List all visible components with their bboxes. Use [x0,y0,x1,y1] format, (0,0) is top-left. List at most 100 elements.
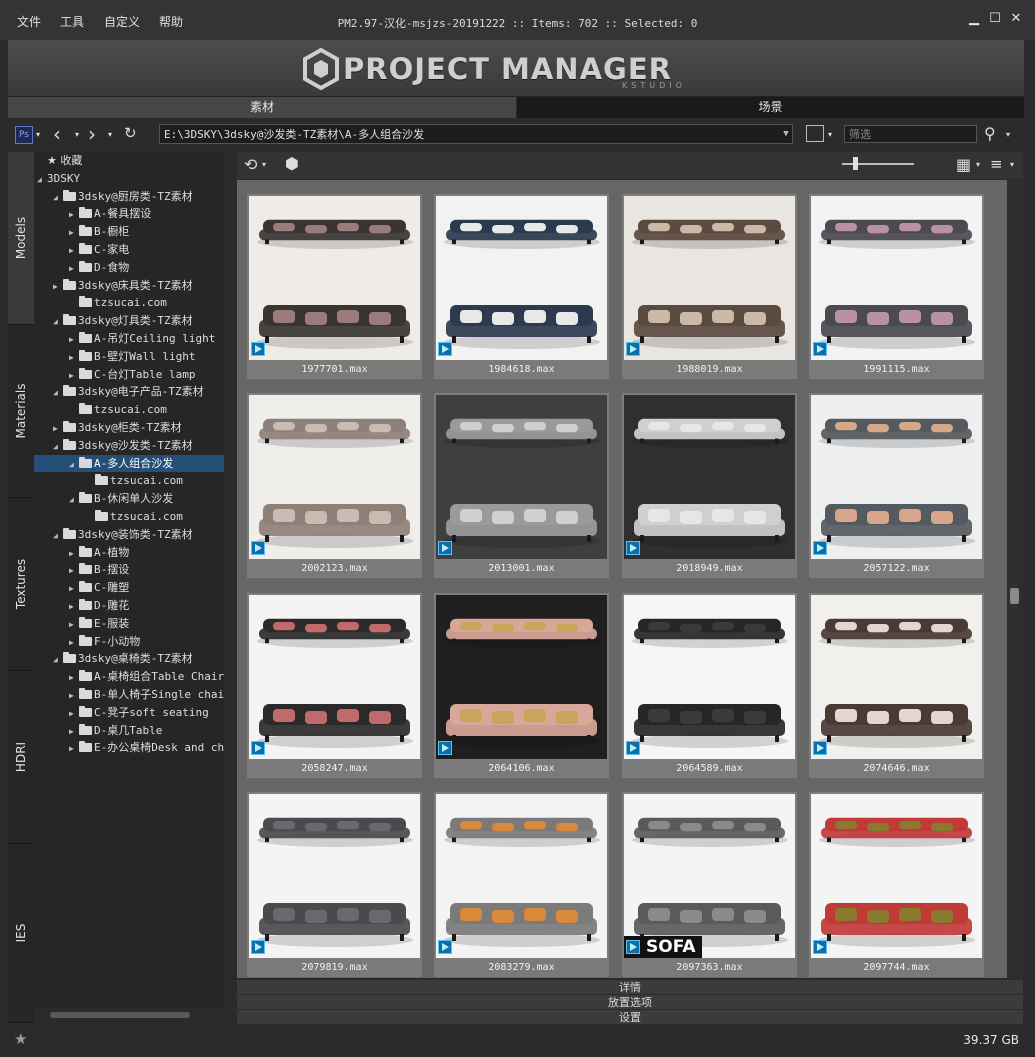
tree-node[interactable]: ▶ A-桌椅组合Table Chair [69,668,224,685]
tree-node[interactable]: ★ 收藏 [37,152,224,169]
tree-node[interactable]: ▶ D-桌几Table [69,722,224,739]
tree-node[interactable]: ▶ B-摆设 [69,561,224,578]
tab-assets[interactable]: 素材 [8,97,516,118]
tree-node[interactable]: ▶ E-服装 [69,615,224,632]
expand-arrow-icon[interactable]: ▶ [69,687,79,704]
expand-arrow-icon[interactable]: ▶ [69,723,79,740]
expand-arrow-icon[interactable]: ▶ [69,242,79,259]
expand-arrow-icon[interactable]: ▶ [69,206,79,223]
tree-node[interactable]: ▶ 3dsky@床具类-TZ素材 [53,277,224,294]
tree-scroll-thumb[interactable] [50,1012,190,1018]
minimize-icon[interactable]: ▁ [966,11,982,27]
tree-node[interactable]: ◢ 3dsky@灯具类-TZ素材 [53,312,224,329]
path-input[interactable]: E:\3DSKY\3dsky@沙发类-TZ素材\A-多人组合沙发 [159,124,793,144]
tree-scrollbar[interactable] [224,152,236,1007]
tree-node[interactable]: ▶ F-小动物 [69,633,224,650]
tree-node[interactable]: ◢ 3dsky@厨房类-TZ素材 [53,188,224,205]
collapse-arrow-icon[interactable]: ◢ [37,171,47,188]
tree-node[interactable]: ▶ A-吊灯Ceiling light [69,330,224,347]
tree-node[interactable]: ◢ 3DSKY [37,170,224,187]
expand-arrow-icon[interactable]: ▶ [69,260,79,277]
tree-node[interactable]: tzsucai.com [69,294,224,311]
expand-arrow-icon[interactable]: ▶ [69,580,79,597]
tree-node[interactable]: tzsucai.com [85,508,224,525]
expand-arrow-icon[interactable]: ▶ [69,598,79,615]
grid-view-icon[interactable]: ▦ [956,155,971,174]
expand-arrow-icon[interactable]: ▶ [69,562,79,579]
filter-input[interactable]: 筛选 [844,125,977,143]
collapse-arrow-icon[interactable]: ◢ [53,438,63,455]
zoom-slider-handle[interactable] [853,157,858,170]
collapse-arrow-icon[interactable]: ◢ [53,651,63,668]
tree-node[interactable]: ▶ A-餐具摆设 [69,205,224,222]
chevron-down-icon[interactable]: ▾ [36,130,40,139]
forward-arrow-icon[interactable]: › [88,122,96,146]
panel-settings[interactable]: 设置 [237,1009,1023,1025]
side-tab-models[interactable]: Models [8,152,34,325]
rotate-view-icon[interactable]: ⟲ [244,155,257,174]
chevron-down-icon[interactable]: ▾ [828,130,832,139]
asset-card[interactable]: 2083279.max [434,792,609,977]
side-tab-textures[interactable]: Textures [8,498,34,671]
tree-node[interactable]: ▶ 3dsky@柜类-TZ素材 [53,419,224,436]
tree-node[interactable]: ◢ B-休闲单人沙发 [69,490,224,507]
expand-arrow-icon[interactable]: ▶ [69,331,79,348]
collapse-arrow-icon[interactable]: ◢ [53,384,63,401]
chevron-down-icon[interactable]: ▾ [262,160,266,169]
asset-card[interactable]: 2064589.max [622,593,797,778]
expand-arrow-icon[interactable]: ▶ [69,367,79,384]
tree-node[interactable]: ▶ B-单人椅子Single chair [69,686,224,703]
asset-card[interactable]: SOFA 2097363.max [622,792,797,977]
tree-node[interactable]: ◢ 3dsky@桌椅类-TZ素材 [53,650,224,667]
cube-icon[interactable]: ⬢ [285,154,299,173]
collapse-arrow-icon[interactable]: ◢ [69,491,79,508]
asset-card[interactable]: 2058247.max [247,593,422,778]
tree-node[interactable]: ◢ 3dsky@装饰类-TZ素材 [53,526,224,543]
tree-node[interactable]: ◢ 3dsky@沙发类-TZ素材 [53,437,224,454]
tree-node[interactable]: ▶ D-雕花 [69,597,224,614]
grid-scrollbar[interactable] [1007,180,1023,978]
tree-node[interactable]: ▶ E-办公桌椅Desk and chair [69,739,224,756]
asset-card[interactable]: 1991115.max [809,194,984,379]
chevron-down-icon[interactable]: ▾ [75,130,79,139]
expand-arrow-icon[interactable]: ▶ [53,420,63,437]
chevron-down-icon[interactable]: ▾ [108,130,112,139]
asset-card[interactable]: 2079819.max [247,792,422,977]
tree-node[interactable]: ▶ C-家电 [69,241,224,258]
panel-details[interactable]: 详情 [237,979,1023,995]
tree-node[interactable]: ▶ C-凳子soft seating [69,704,224,721]
tab-scenes[interactable]: 场景 [517,97,1024,118]
panel-placement-options[interactable]: 放置选项 [237,994,1023,1010]
side-tab-materials[interactable]: Materials [8,325,34,498]
asset-card[interactable]: 2013001.max [434,393,609,578]
collapse-arrow-icon[interactable]: ◢ [53,313,63,330]
path-dropdown-icon[interactable]: ▼ [779,124,793,144]
chevron-down-icon[interactable]: ▾ [976,160,980,169]
maximize-icon[interactable]: ☐ [987,11,1003,27]
expand-arrow-icon[interactable]: ▶ [69,545,79,562]
tree-node[interactable]: ▶ D-食物 [69,259,224,276]
expand-arrow-icon[interactable]: ▶ [69,705,79,722]
checklist-icon[interactable] [806,125,824,142]
asset-card[interactable]: 1977701.max [247,194,422,379]
tree-node[interactable]: ▶ B-壁灯Wall light [69,348,224,365]
asset-card[interactable]: 2064106.max [434,593,609,778]
search-icon[interactable]: ⚲ [984,124,996,143]
expand-arrow-icon[interactable]: ▶ [69,349,79,366]
tree-node[interactable]: tzsucai.com [69,401,224,418]
chevron-down-icon[interactable]: ▾ [1006,130,1010,139]
photoshop-icon[interactable]: Ps [15,126,33,144]
expand-arrow-icon[interactable]: ▶ [69,616,79,633]
back-arrow-icon[interactable]: ‹ [53,122,61,146]
collapse-arrow-icon[interactable]: ◢ [53,189,63,206]
tree-node[interactable]: ▶ C-台灯Table lamp [69,366,224,383]
tree-node[interactable]: ▶ B-橱柜 [69,223,224,240]
expand-arrow-icon[interactable]: ▶ [69,224,79,241]
asset-card[interactable]: 2057122.max [809,393,984,578]
expand-arrow-icon[interactable]: ▶ [69,740,79,757]
side-tab-ies[interactable]: IES [8,844,34,1023]
tree-node[interactable]: ▶ C-雕塑 [69,579,224,596]
collapse-arrow-icon[interactable]: ◢ [53,527,63,544]
favorite-star-icon[interactable]: ★ [14,1030,27,1048]
tree-node-selected[interactable]: ◢ A-多人组合沙发 [34,454,224,472]
